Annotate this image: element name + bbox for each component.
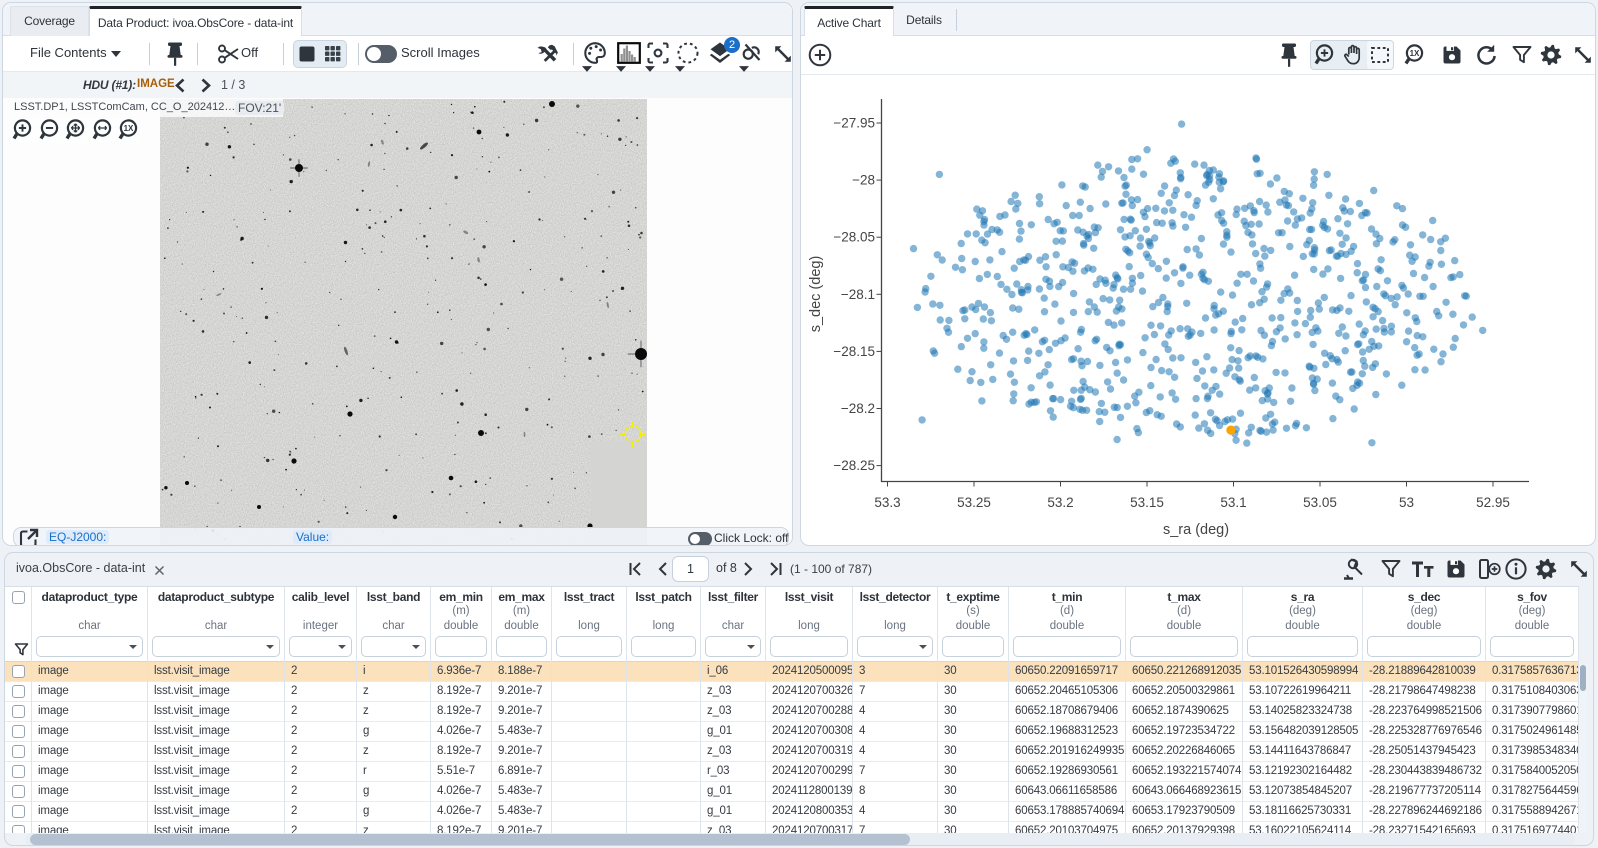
svg-text:53.1: 53.1 [1220, 495, 1246, 510]
svg-text:53.3: 53.3 [874, 495, 900, 510]
svg-text:53.2: 53.2 [1047, 495, 1073, 510]
svg-text:53.25: 53.25 [957, 495, 991, 510]
svg-text:−28: −28 [852, 173, 875, 188]
svg-text:s_dec (deg): s_dec (deg) [808, 256, 824, 333]
svg-text:−28.15: −28.15 [833, 344, 875, 359]
svg-text:1X: 1X [124, 124, 134, 133]
svg-text:−28.25: −28.25 [833, 458, 875, 473]
svg-text:s_ra (deg): s_ra (deg) [1163, 522, 1229, 538]
svg-text:53.15: 53.15 [1130, 495, 1164, 510]
svg-text:52.95: 52.95 [1476, 495, 1510, 510]
svg-text:1X: 1X [1410, 49, 1420, 58]
svg-text:−28.2: −28.2 [841, 401, 875, 416]
svg-text:−28.05: −28.05 [833, 230, 875, 245]
svg-text:−27.95: −27.95 [833, 116, 875, 131]
svg-text:53: 53 [1399, 495, 1414, 510]
svg-text:53.05: 53.05 [1303, 495, 1337, 510]
svg-text:−28.1: −28.1 [841, 287, 875, 302]
